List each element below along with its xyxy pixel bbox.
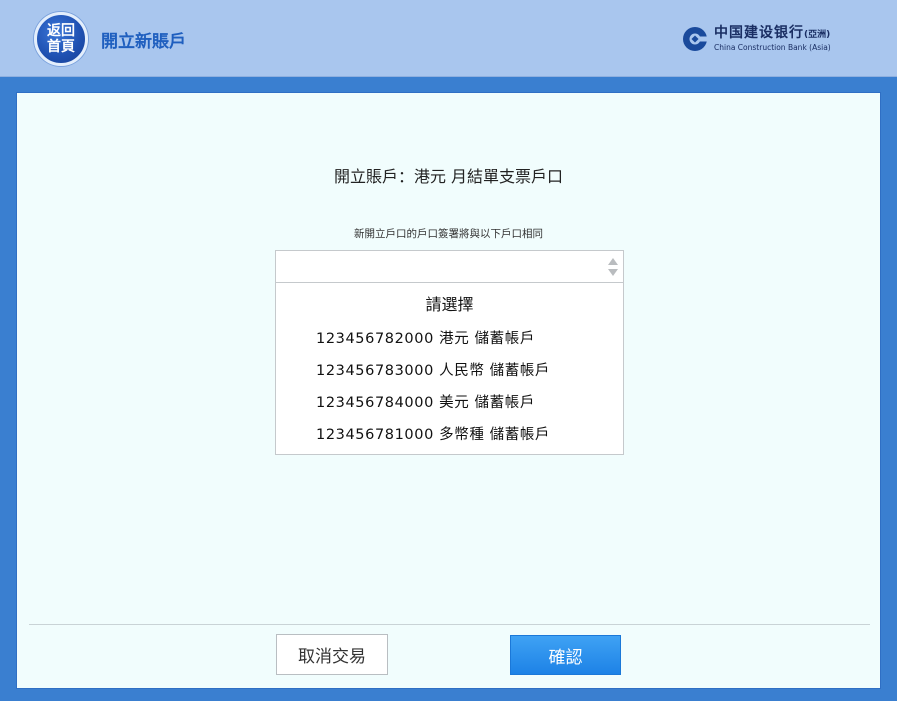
- cancel-transaction-button[interactable]: 取消交易: [276, 634, 388, 675]
- account-select[interactable]: [275, 250, 624, 283]
- footer-divider: [29, 624, 870, 625]
- dropdown-option[interactable]: 123456781000 多幣種 儲蓄帳戶: [316, 423, 616, 444]
- header-bar: 返回 首頁 開立新賬戶 中国建设银行(亞洲) China Constructio…: [0, 0, 897, 77]
- logo-en-text: China Construction Bank (Asia): [714, 43, 831, 52]
- account-type-title: 開立賬戶：港元 月結單支票戶口: [333, 167, 564, 186]
- dropdown-option[interactable]: 123456782000 港元 儲蓄帳戶: [316, 327, 616, 348]
- bank-logo: 中国建设银行(亞洲) China Construction Bank (Asia…: [682, 24, 831, 54]
- home-button[interactable]: 返回 首頁: [34, 12, 88, 66]
- dropdown-option[interactable]: 123456783000 人民幣 儲蓄帳戶: [316, 359, 616, 380]
- dropdown-option[interactable]: 123456784000 美元 儲蓄帳戶: [316, 391, 616, 412]
- confirm-button[interactable]: 確認: [510, 635, 621, 675]
- home-button-line2: 首頁: [47, 39, 75, 55]
- home-button-line1: 返回: [47, 23, 75, 39]
- page-title: 開立新賬戶: [101, 32, 186, 52]
- main-panel: 開立賬戶：港元 月結單支票戶口 新開立戶口的戶口簽署將與以下戶口相同 請選擇 1…: [16, 92, 881, 689]
- logo-cn-text: 中国建设银行(亞洲): [714, 25, 831, 41]
- account-dropdown-list: 請選擇 123456782000 港元 儲蓄帳戶 123456783000 人民…: [275, 283, 624, 455]
- ccb-logo-icon: [683, 27, 708, 51]
- up-down-arrows-icon: [608, 258, 618, 276]
- dropdown-placeholder[interactable]: 請選擇: [276, 291, 623, 315]
- signature-instruction: 新開立戶口的戶口簽署將與以下戶口相同: [354, 228, 543, 240]
